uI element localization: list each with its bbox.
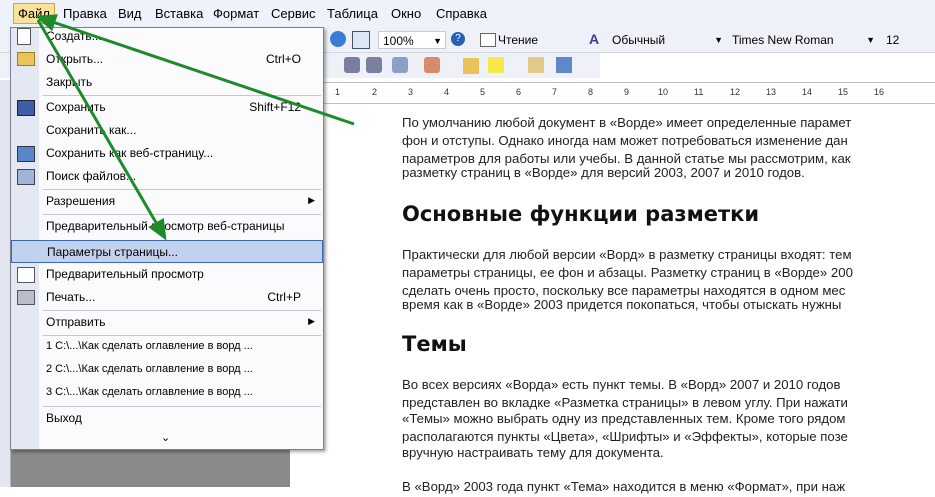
arrow-to-file-menu [35, 14, 355, 126]
annotation-arrows [35, 14, 355, 241]
